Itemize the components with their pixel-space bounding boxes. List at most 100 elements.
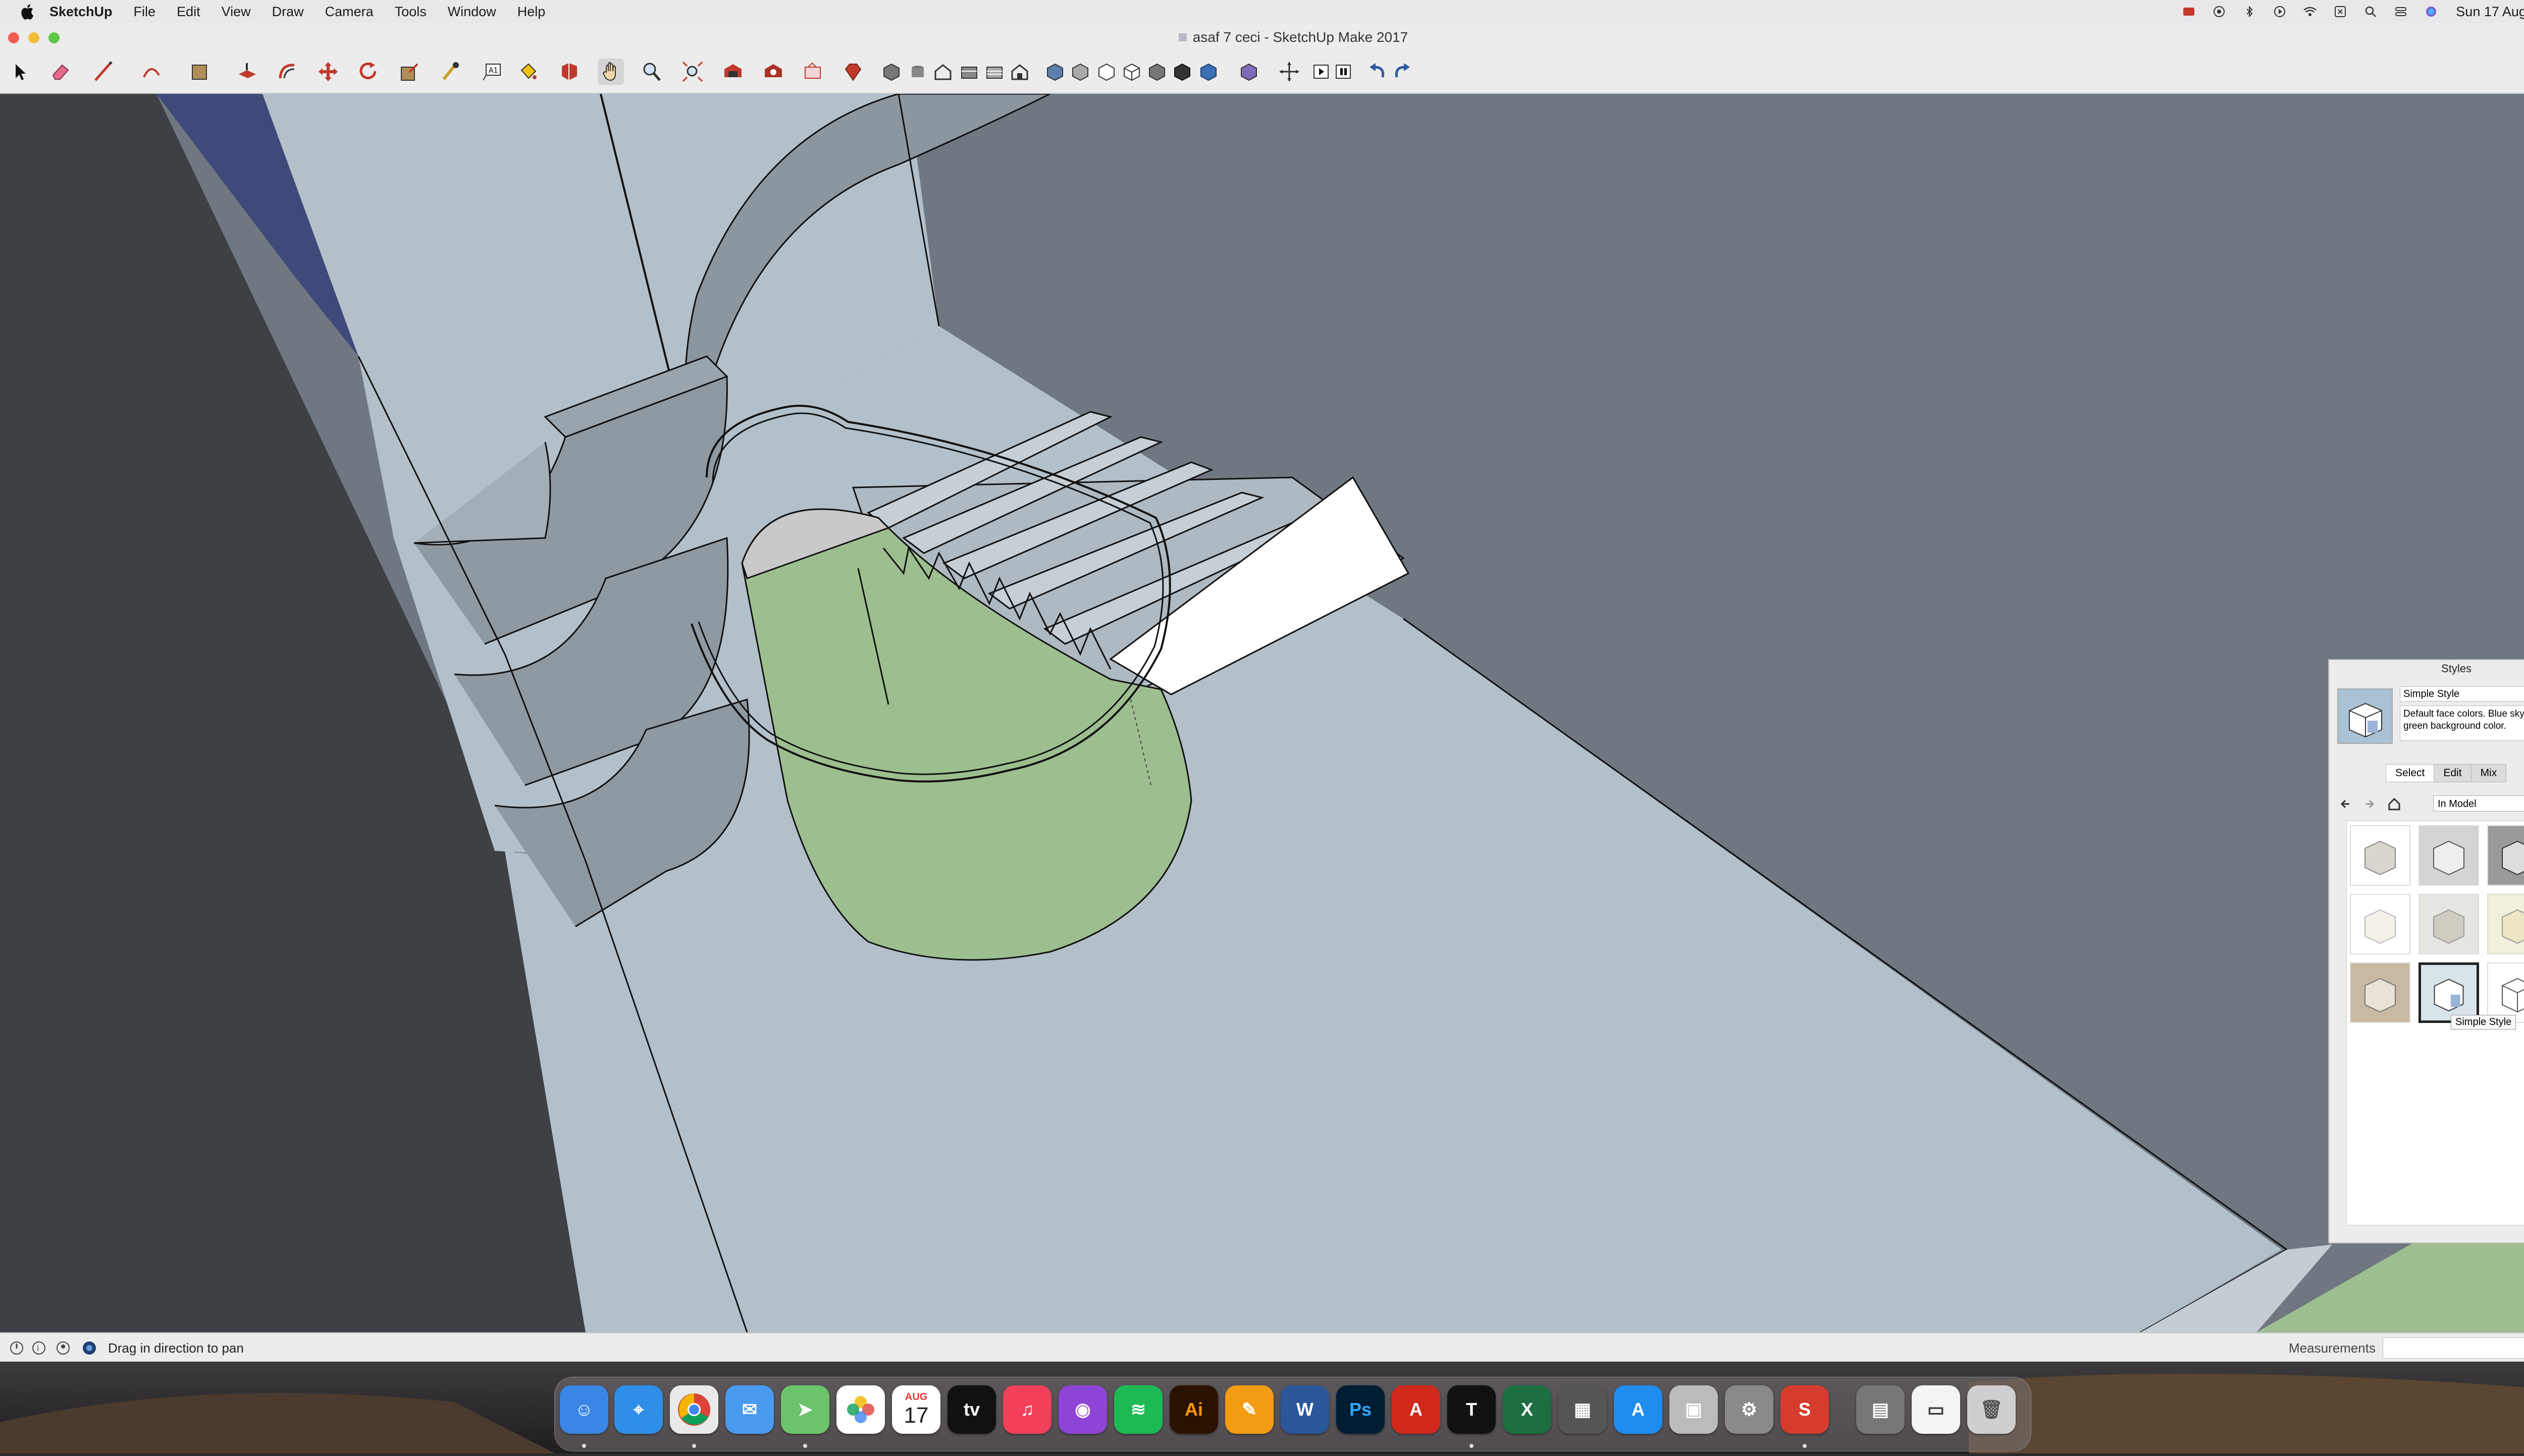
axes-tool-icon[interactable] — [1236, 59, 1262, 85]
top-view-icon[interactable] — [905, 59, 931, 85]
zoom-extents-tool-icon[interactable] — [679, 59, 706, 85]
eraser-tool-icon[interactable] — [47, 59, 74, 85]
wifi-icon[interactable] — [2302, 4, 2318, 19]
tape-measure-tool-icon[interactable] — [437, 59, 463, 85]
hidden-line-style-icon[interactable] — [1093, 59, 1120, 85]
menu-edit[interactable]: Edit — [177, 4, 200, 20]
pan-tool-icon[interactable] — [598, 59, 624, 85]
menu-app-name[interactable]: SketchUp — [49, 4, 113, 20]
spotify-icon[interactable]: ≋ — [1114, 1385, 1163, 1434]
style-swatch[interactable] — [2350, 825, 2410, 886]
undo-button-icon[interactable] — [1364, 59, 1390, 85]
zoom-tool-icon[interactable] — [638, 59, 664, 85]
podcast-status-icon[interactable] — [2212, 4, 2227, 19]
tab-mix[interactable]: Mix — [2470, 764, 2507, 782]
user-account-icon[interactable] — [56, 1340, 71, 1356]
illustrator-icon[interactable]: Ai — [1170, 1385, 1218, 1434]
music-icon[interactable]: ♫ — [1003, 1385, 1051, 1434]
follow-me-tool-icon[interactable] — [556, 59, 583, 85]
style-swatch[interactable] — [2350, 962, 2410, 1023]
word-icon[interactable]: W — [1281, 1385, 1329, 1434]
siri-icon[interactable] — [2424, 4, 2439, 19]
photos-icon[interactable] — [836, 1385, 885, 1434]
style-swatch[interactable] — [2487, 825, 2524, 886]
redo-button-icon[interactable] — [1389, 59, 1415, 85]
photoshop-icon[interactable]: Ps — [1336, 1385, 1385, 1434]
podcasts-icon[interactable]: ◉ — [1059, 1385, 1107, 1434]
paint-bucket-tool-icon[interactable] — [515, 59, 541, 85]
trash-icon[interactable]: 🗑 — [1967, 1385, 2016, 1434]
back-arrow-icon[interactable] — [2338, 796, 2353, 812]
x-status-icon[interactable] — [2333, 4, 2348, 19]
ruby-tool-icon[interactable] — [840, 59, 866, 85]
preview-icon[interactable]: ▤ — [1856, 1385, 1905, 1434]
app-store-icon[interactable]: A — [1614, 1385, 1662, 1434]
credits-icon[interactable]: i — [31, 1340, 46, 1356]
style-swatch[interactable] — [2350, 894, 2410, 954]
mail-status-icon[interactable] — [2181, 4, 2196, 19]
iso-view-icon[interactable] — [878, 59, 905, 85]
tab-edit[interactable]: Edit — [2434, 764, 2472, 782]
style-collection-dropdown[interactable]: In Model ▾ — [2433, 795, 2524, 812]
scale-tool-icon[interactable] — [397, 59, 423, 85]
tab-select[interactable]: Select — [2386, 764, 2435, 782]
chrome-icon[interactable] — [670, 1385, 718, 1434]
in-model-home-icon[interactable] — [2387, 796, 2402, 812]
typora-icon[interactable]: T — [1447, 1385, 1496, 1434]
shaded-style-icon[interactable] — [1119, 59, 1145, 85]
menu-help[interactable]: Help — [517, 4, 546, 20]
model-viewport[interactable] — [0, 94, 2524, 1332]
style-swatch-simple-style[interactable] — [2418, 962, 2479, 1023]
apple-menu-icon[interactable] — [19, 3, 34, 20]
pause-button-icon[interactable] — [1331, 59, 1357, 85]
bluetooth-icon[interactable] — [2242, 4, 2257, 19]
menu-draw[interactable]: Draw — [272, 4, 304, 20]
wireframe-style-icon[interactable] — [1067, 59, 1093, 85]
right-view-icon[interactable] — [956, 59, 982, 85]
front-view-icon[interactable] — [930, 59, 956, 85]
arc-tool-icon[interactable] — [138, 59, 165, 85]
shapes-tool-icon[interactable] — [187, 59, 213, 85]
line-tool-icon[interactable] — [90, 59, 116, 85]
pages-icon[interactable]: ✎ — [1225, 1385, 1274, 1434]
play-status-icon[interactable] — [2272, 4, 2287, 19]
select-tool-icon[interactable] — [7, 59, 33, 85]
shaded-textures-style-icon[interactable] — [1144, 59, 1170, 85]
left-view-icon[interactable] — [1007, 59, 1033, 85]
geo-location-icon[interactable] — [9, 1340, 24, 1356]
menu-window[interactable]: Window — [448, 4, 496, 20]
rotate-tool-icon[interactable] — [355, 59, 382, 85]
move-tool-icon[interactable] — [315, 59, 341, 85]
control-center-icon[interactable] — [2393, 4, 2408, 19]
calculator-icon[interactable]: ▦ — [1558, 1385, 1607, 1434]
styles-panel-title[interactable]: Styles — [2329, 662, 2524, 675]
calendar-icon[interactable]: AUG 17 — [892, 1385, 940, 1434]
style-swatch[interactable] — [2418, 894, 2479, 954]
menu-file[interactable]: File — [134, 4, 156, 20]
style-swatch[interactable] — [2418, 825, 2479, 886]
menu-view[interactable]: View — [222, 4, 251, 20]
sketchup-icon[interactable]: S — [1780, 1385, 1829, 1434]
share-model-tool-icon[interactable] — [800, 59, 826, 85]
menubar-clock[interactable]: Sun 17 Aug 21:47 — [2456, 4, 2524, 20]
offset-tool-icon[interactable] — [275, 59, 301, 85]
forward-arrow-icon[interactable] — [2361, 796, 2377, 812]
safari-icon[interactable]: ⌖ — [614, 1385, 663, 1434]
model-scene-drawing[interactable] — [0, 94, 2524, 1332]
mail-icon[interactable]: ✉ — [725, 1385, 774, 1434]
section-plane-tool-icon[interactable] — [1195, 59, 1222, 85]
launchpad-icon[interactable]: ▣ — [1669, 1385, 1718, 1434]
warehouse-tool-icon[interactable] — [720, 59, 746, 85]
apple-tv-icon[interactable]: tv — [948, 1385, 996, 1434]
text-tool-icon[interactable]: A1 — [479, 59, 505, 85]
xray-style-icon[interactable] — [1042, 59, 1068, 85]
monochrome-style-icon[interactable] — [1169, 59, 1195, 85]
style-name-field[interactable]: Simple Style — [2400, 686, 2524, 702]
excel-icon[interactable]: X — [1503, 1385, 1551, 1434]
back-view-icon[interactable] — [981, 59, 1008, 85]
push-pull-tool-icon[interactable] — [234, 59, 260, 85]
menu-camera[interactable]: Camera — [325, 4, 374, 20]
style-description-field[interactable]: Default face colors. Blue sky and green … — [2400, 706, 2524, 741]
walk-tool-icon[interactable] — [1276, 59, 1302, 85]
measurements-input[interactable] — [2383, 1337, 2524, 1359]
